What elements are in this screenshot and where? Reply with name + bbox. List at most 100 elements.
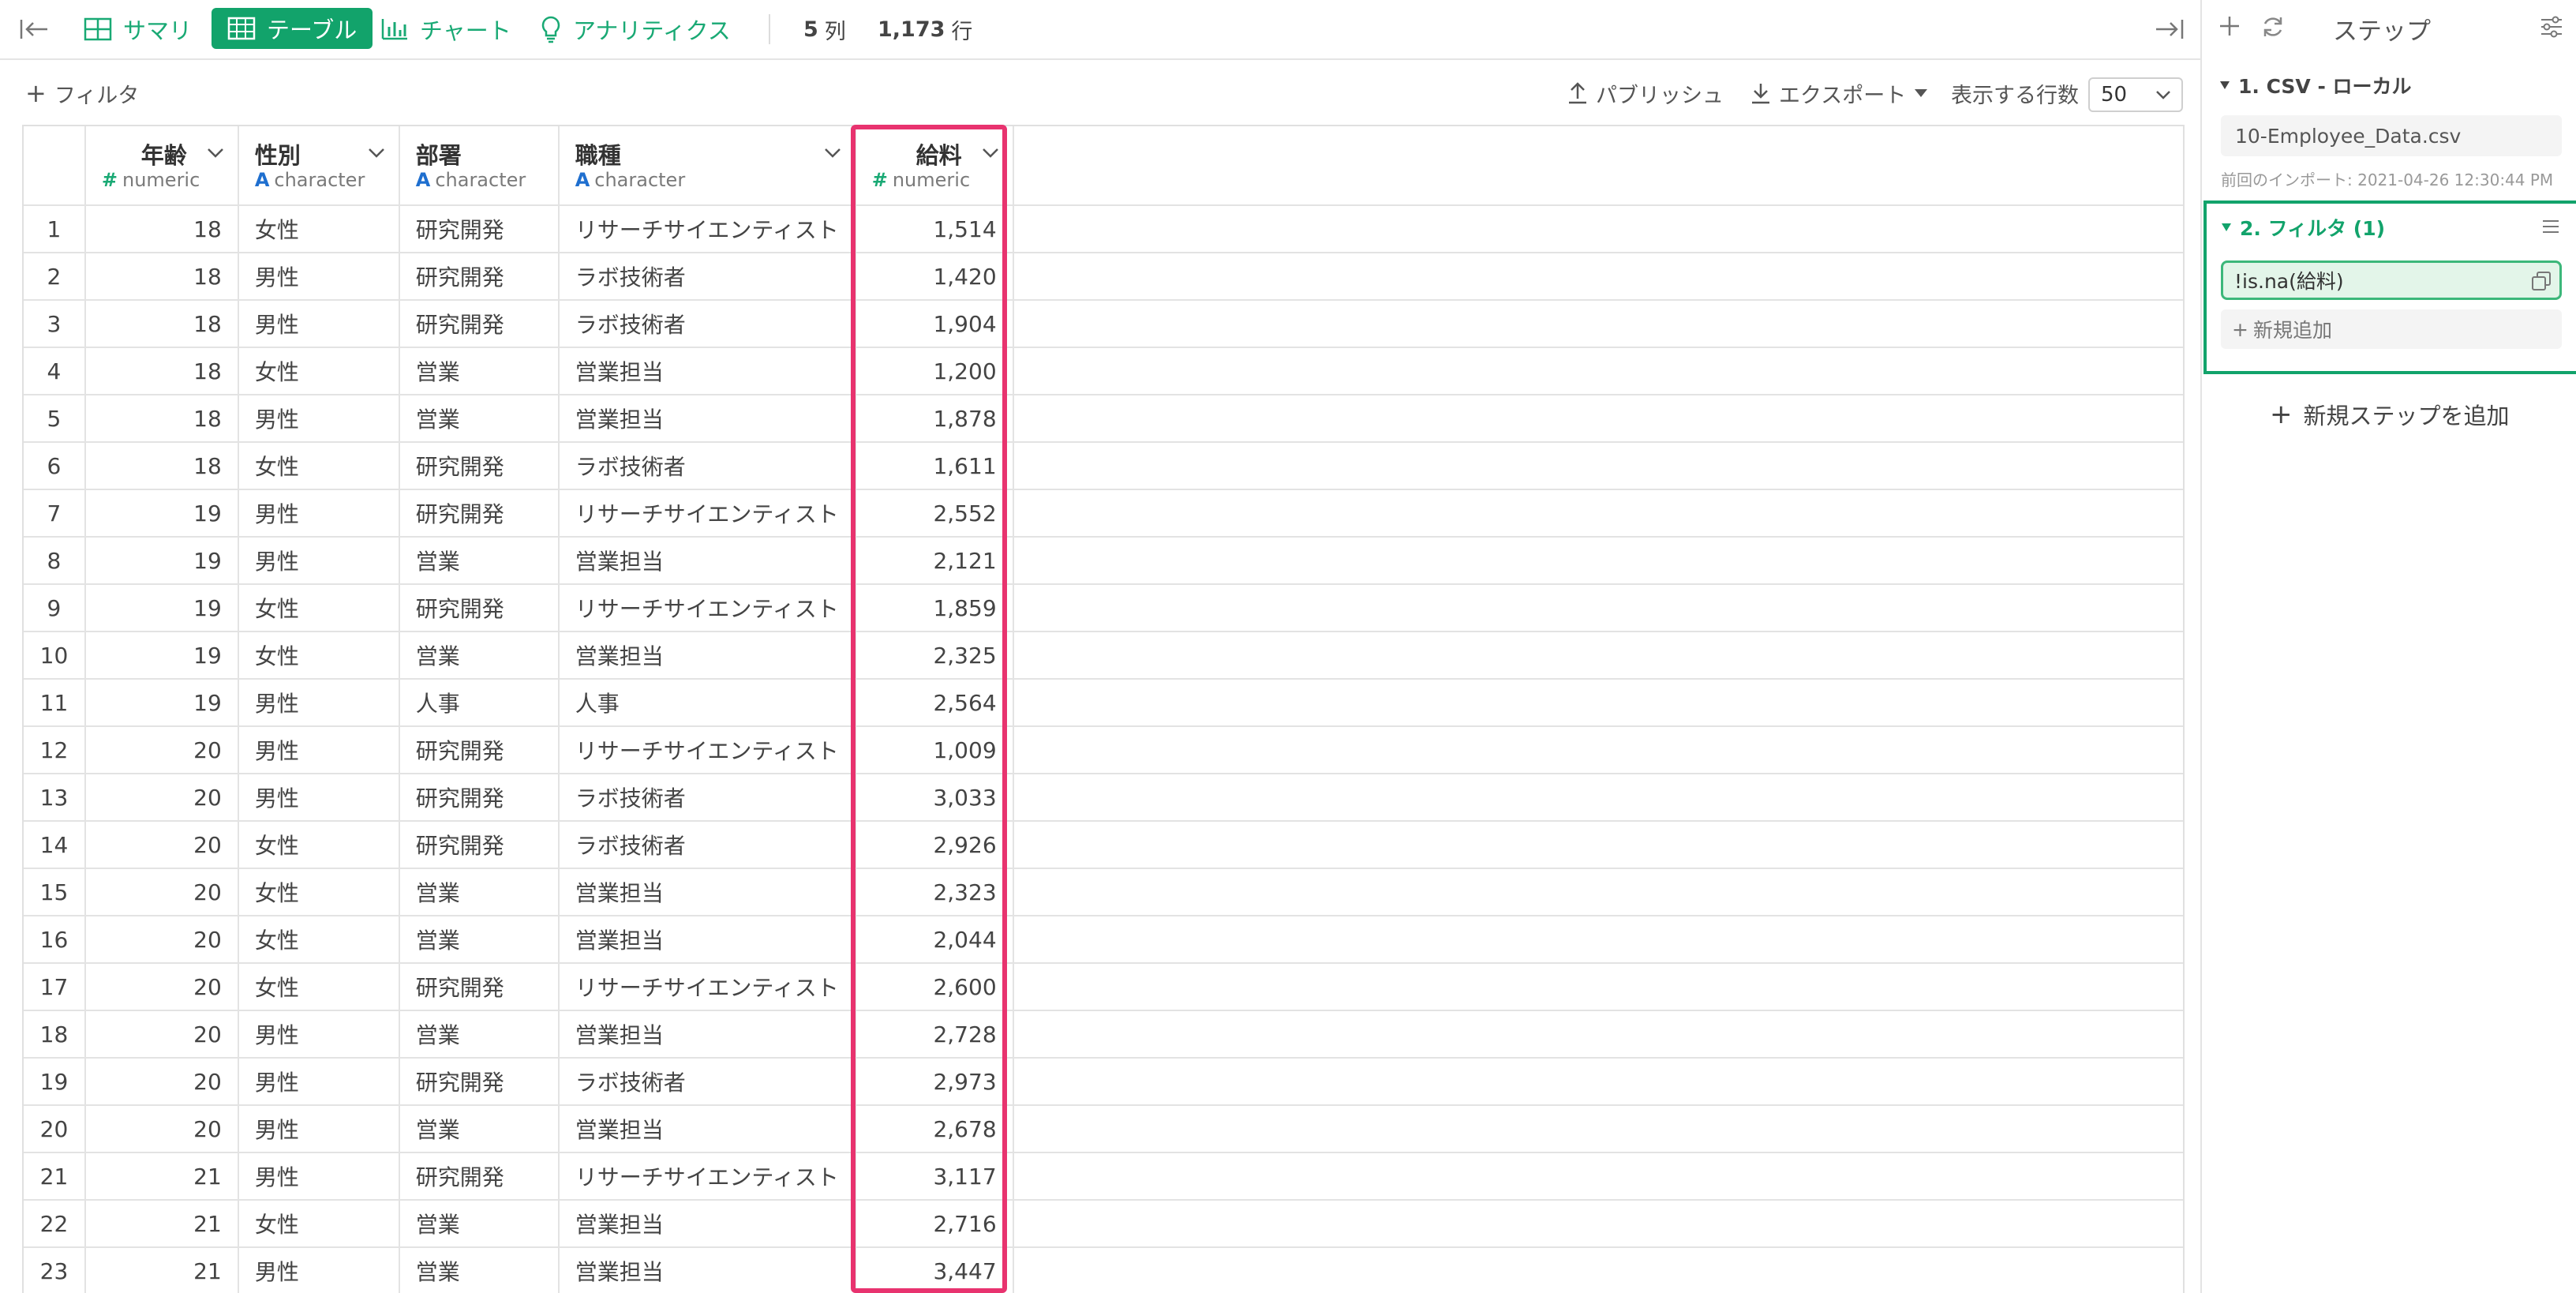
table-cell: 営業 — [399, 347, 560, 395]
column-header-job[interactable]: 職種 Acharacter — [558, 126, 856, 206]
table-cell: 2,973 — [855, 1058, 1014, 1106]
table-cell: ラボ技術者 — [558, 442, 856, 490]
table-row: 12 20 男性 研究開発 リサーチサイエンティスト 1,009 — [24, 726, 2183, 774]
table-row: 23 21 男性 営業 営業担当 3,447 — [24, 1247, 2183, 1293]
table-cell: リサーチサイエンティスト — [558, 584, 856, 632]
table-cell: 女性 — [238, 442, 400, 490]
table-cell: 男性 — [238, 774, 400, 822]
table-cell: 営業担当 — [558, 916, 856, 964]
table-cell: 研究開発 — [399, 205, 560, 253]
table-row: 8 19 男性 営業 営業担当 2,121 — [24, 537, 2183, 585]
table-cell: 男性 — [238, 679, 400, 727]
data-table: 年齢 # numeric 性別 Acharacter 部署 Acharacter … — [22, 125, 2185, 1293]
step-filter[interactable]: 2. フィルタ (1) — [2221, 213, 2385, 242]
table-cell: 営業担当 — [558, 537, 856, 585]
column-header-gender[interactable]: 性別 Acharacter — [238, 126, 400, 206]
table-cell: 男性 — [238, 395, 400, 443]
table-cell: ラボ技術者 — [558, 821, 856, 869]
table-cell: 20 — [84, 1058, 239, 1106]
row-number: 14 — [24, 821, 86, 869]
table-cell: 2,678 — [855, 1105, 1014, 1153]
table-row: 1 18 女性 研究開発 リサーチサイエンティスト 1,514 — [24, 205, 2183, 253]
table-cell: 18 — [84, 205, 239, 253]
chevron-down-icon[interactable] — [823, 144, 842, 161]
filter-condition[interactable]: !is.na(給料) — [2221, 260, 2562, 300]
table-cell: 男性 — [238, 1247, 400, 1293]
add-icon[interactable] — [2218, 14, 2241, 38]
add-filter-button[interactable]: + フィルタ — [25, 74, 139, 112]
table-cell: リサーチサイエンティスト — [558, 963, 856, 1011]
empty-cell — [1013, 395, 2183, 443]
table-cell: 19 — [84, 632, 239, 680]
settings-sliders-icon[interactable] — [2540, 16, 2563, 38]
column-header-salary[interactable]: 給料 # numeric — [855, 126, 1014, 206]
table-cell: ラボ技術者 — [558, 300, 856, 348]
chevron-down-icon[interactable] — [367, 144, 386, 161]
table-cell: 女性 — [238, 821, 400, 869]
row-number: 2 — [24, 253, 86, 301]
table-cell: 21 — [84, 1200, 239, 1248]
empty-cell — [1013, 868, 2183, 916]
empty-cell — [1013, 300, 2183, 348]
character-type-icon: A — [415, 169, 431, 191]
table-cell: 女性 — [238, 1200, 400, 1248]
table-cell: リサーチサイエンティスト — [558, 489, 856, 538]
table-cell: 21 — [84, 1152, 239, 1201]
column-header-age[interactable]: 年齢 # numeric — [84, 126, 239, 206]
rows-per-page-select[interactable]: 50 — [2088, 77, 2183, 112]
collapse-left-icon[interactable] — [19, 0, 51, 58]
empty-cell — [1013, 205, 2183, 253]
chevron-down-icon[interactable] — [981, 144, 1000, 161]
step-csv-local[interactable]: 1. CSV - ローカル — [2219, 71, 2412, 99]
copy-icon[interactable] — [2531, 271, 2552, 291]
publish-button[interactable]: パブリッシュ — [1567, 74, 1724, 112]
refresh-icon[interactable] — [2260, 14, 2286, 39]
export-button[interactable]: エクスポート — [1750, 74, 1928, 112]
add-condition-button[interactable]: + 新規追加 — [2221, 309, 2562, 349]
column-name: 部署 — [415, 142, 462, 169]
step-label: 1. CSV - ローカル — [2238, 75, 2412, 98]
empty-cell — [1013, 253, 2183, 301]
table-cell: 男性 — [238, 1058, 400, 1106]
row-number: 11 — [24, 679, 86, 727]
row-number: 12 — [24, 726, 86, 774]
table-cell: 女性 — [238, 963, 400, 1011]
table-row: 4 18 女性 営業 営業担当 1,200 — [24, 347, 2183, 395]
character-type-icon: A — [575, 169, 590, 191]
row-number: 22 — [24, 1200, 86, 1248]
row-number: 17 — [24, 963, 86, 1011]
caret-down-icon — [2219, 81, 2230, 90]
tab-chart[interactable]: チャート — [380, 0, 511, 58]
menu-icon[interactable] — [2541, 218, 2560, 235]
chevron-down-icon[interactable] — [206, 144, 225, 161]
table-cell: 1,859 — [855, 584, 1014, 632]
table-cell: 男性 — [238, 489, 400, 538]
column-name: 職種 — [575, 142, 621, 169]
table-cell: 男性 — [238, 1152, 400, 1201]
table-cell: 研究開発 — [399, 489, 560, 538]
table-cell: ラボ技術者 — [558, 1058, 856, 1106]
tab-summary[interactable]: サマリ — [84, 0, 192, 58]
empty-cell — [1013, 584, 2183, 632]
table-row: 11 19 男性 人事 人事 2,564 — [24, 679, 2183, 727]
table-cell: 19 — [84, 489, 239, 538]
table-cell: 1,611 — [855, 442, 1014, 490]
table-row: 13 20 男性 研究開発 ラボ技術者 3,033 — [24, 774, 2183, 822]
add-step-button[interactable]: + 新規ステップを追加 — [2270, 398, 2510, 431]
table-cell: 女性 — [238, 584, 400, 632]
column-header-department[interactable]: 部署 Acharacter — [399, 126, 560, 206]
lightbulb-icon — [540, 15, 562, 43]
tab-analytics[interactable]: アナリティクス — [540, 0, 731, 58]
table-cell: 研究開発 — [399, 300, 560, 348]
table-cell: 3,117 — [855, 1152, 1014, 1201]
table-cell: 18 — [84, 347, 239, 395]
tab-table[interactable]: テーブル — [212, 8, 373, 49]
table-row: 16 20 女性 営業 営業担当 2,044 — [24, 916, 2183, 964]
table-cell: 営業 — [399, 632, 560, 680]
empty-cell — [1013, 489, 2183, 538]
top-toolbar: サマリ テーブル チャート アナリティクス 5列 1,173 行 — [0, 0, 2200, 60]
table-cell: 20 — [84, 821, 239, 869]
expand-right-icon[interactable] — [2153, 0, 2185, 58]
table-cell: 18 — [84, 395, 239, 443]
add-step-label: 新規ステップを追加 — [2303, 403, 2510, 429]
